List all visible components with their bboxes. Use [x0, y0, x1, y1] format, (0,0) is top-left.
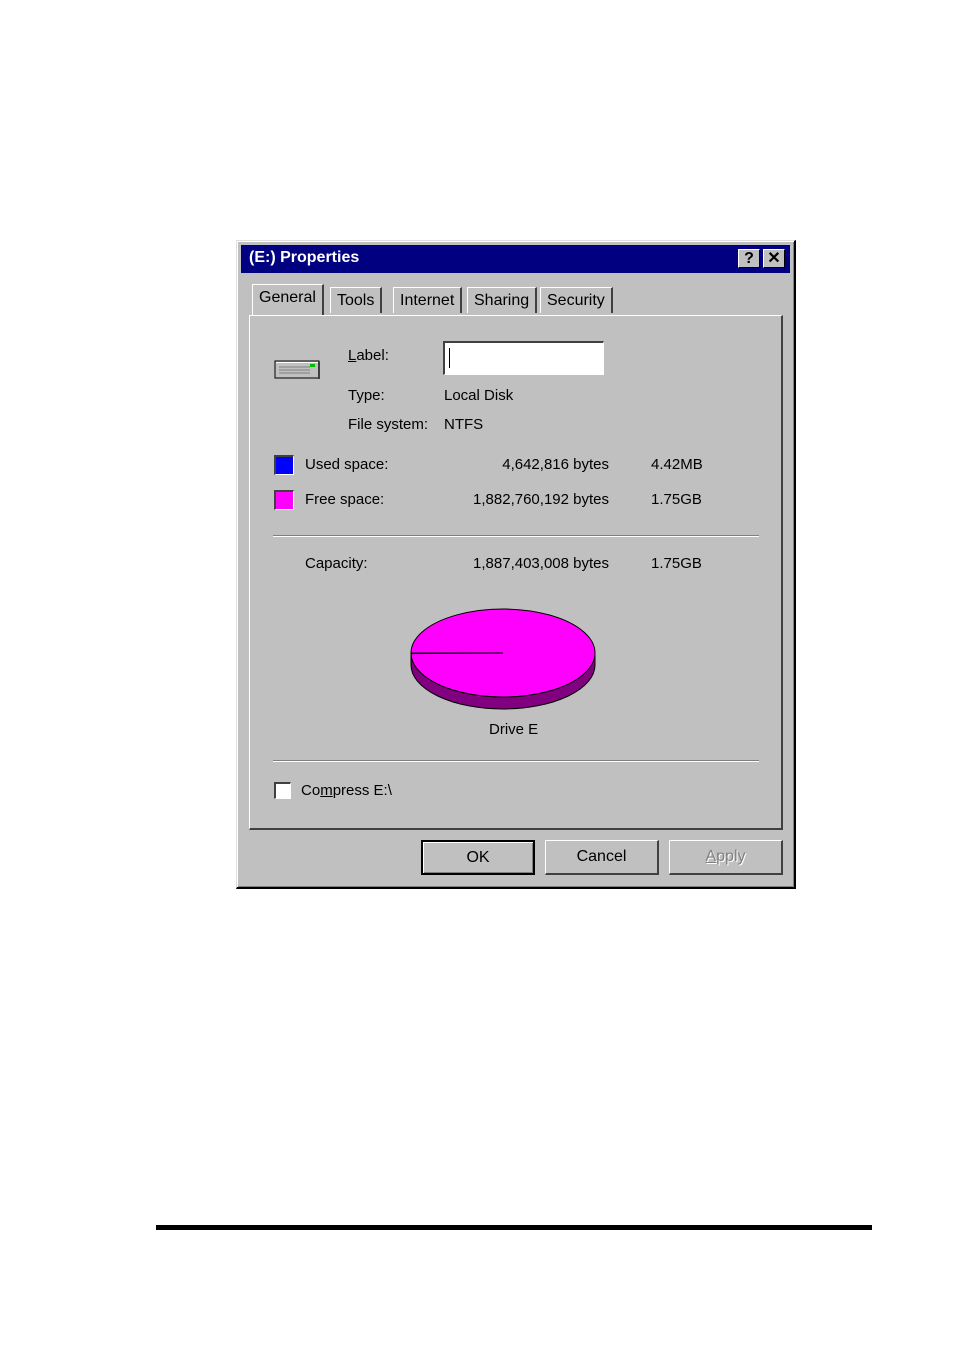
help-icon: ?: [744, 250, 754, 267]
type-value: Local Disk: [444, 387, 514, 404]
page-rule: [156, 1225, 872, 1230]
general-panel: [249, 315, 783, 830]
help-button[interactable]: ?: [738, 249, 760, 268]
tab-label: Sharing: [474, 292, 530, 309]
close-icon: ✕: [767, 250, 781, 267]
apply-button[interactable]: Apply: [669, 840, 783, 875]
title-bar[interactable]: (E:) Properties ? ✕: [241, 245, 790, 273]
used-space-swatch: [274, 455, 294, 475]
file-system-label: File system:: [348, 416, 429, 433]
label-field-label: Label:: [348, 347, 389, 364]
tab-tools[interactable]: Tools: [330, 287, 383, 313]
disk-usage-pie-chart: [410, 608, 596, 710]
tab-internet[interactable]: Internet: [393, 287, 463, 313]
used-space-label: Used space:: [305, 456, 389, 473]
tab-label: Tools: [337, 292, 375, 309]
label-input[interactable]: [443, 341, 604, 375]
used-space-size: 4.42MB: [651, 456, 703, 473]
free-space-swatch: [274, 490, 294, 510]
drive-caption: Drive E: [489, 721, 539, 738]
ok-label: OK: [466, 849, 490, 866]
capacity-label: Capacity:: [305, 555, 368, 572]
tab-label: Security: [547, 292, 605, 309]
pie-slice-free-space: [410, 608, 596, 698]
tab-label: General: [259, 289, 316, 306]
capacity-size: 1.75GB: [651, 555, 702, 572]
cancel-button[interactable]: Cancel: [545, 840, 659, 875]
compress-checkbox[interactable]: [274, 782, 291, 799]
apply-label: Apply: [705, 848, 746, 865]
separator: [273, 535, 759, 537]
compress-label[interactable]: Compress E:\: [301, 782, 392, 799]
free-space-size: 1.75GB: [651, 491, 702, 508]
tab-label: Internet: [400, 292, 455, 309]
free-space-label: Free space:: [305, 491, 385, 508]
capacity-bytes: 1,887,403,008 bytes: [473, 555, 609, 572]
used-space-bytes: 4,642,816 bytes: [502, 456, 609, 473]
type-label: Type:: [348, 387, 385, 404]
separator: [273, 760, 759, 762]
free-space-bytes: 1,882,760,192 bytes: [473, 491, 609, 508]
text-caret: [449, 348, 450, 368]
ok-button[interactable]: OK: [421, 840, 535, 875]
cancel-label: Cancel: [576, 848, 627, 865]
file-system-value: NTFS: [444, 416, 484, 433]
tab-sharing[interactable]: Sharing: [467, 287, 538, 313]
close-button[interactable]: ✕: [763, 249, 785, 268]
hard-drive-icon: [274, 360, 320, 379]
properties-dialog: (E:) Properties ? ✕ General Tools Intern…: [236, 240, 796, 889]
tab-security[interactable]: Security: [540, 287, 613, 313]
window-title: (E:) Properties: [249, 249, 360, 266]
tab-general[interactable]: General: [252, 284, 324, 315]
